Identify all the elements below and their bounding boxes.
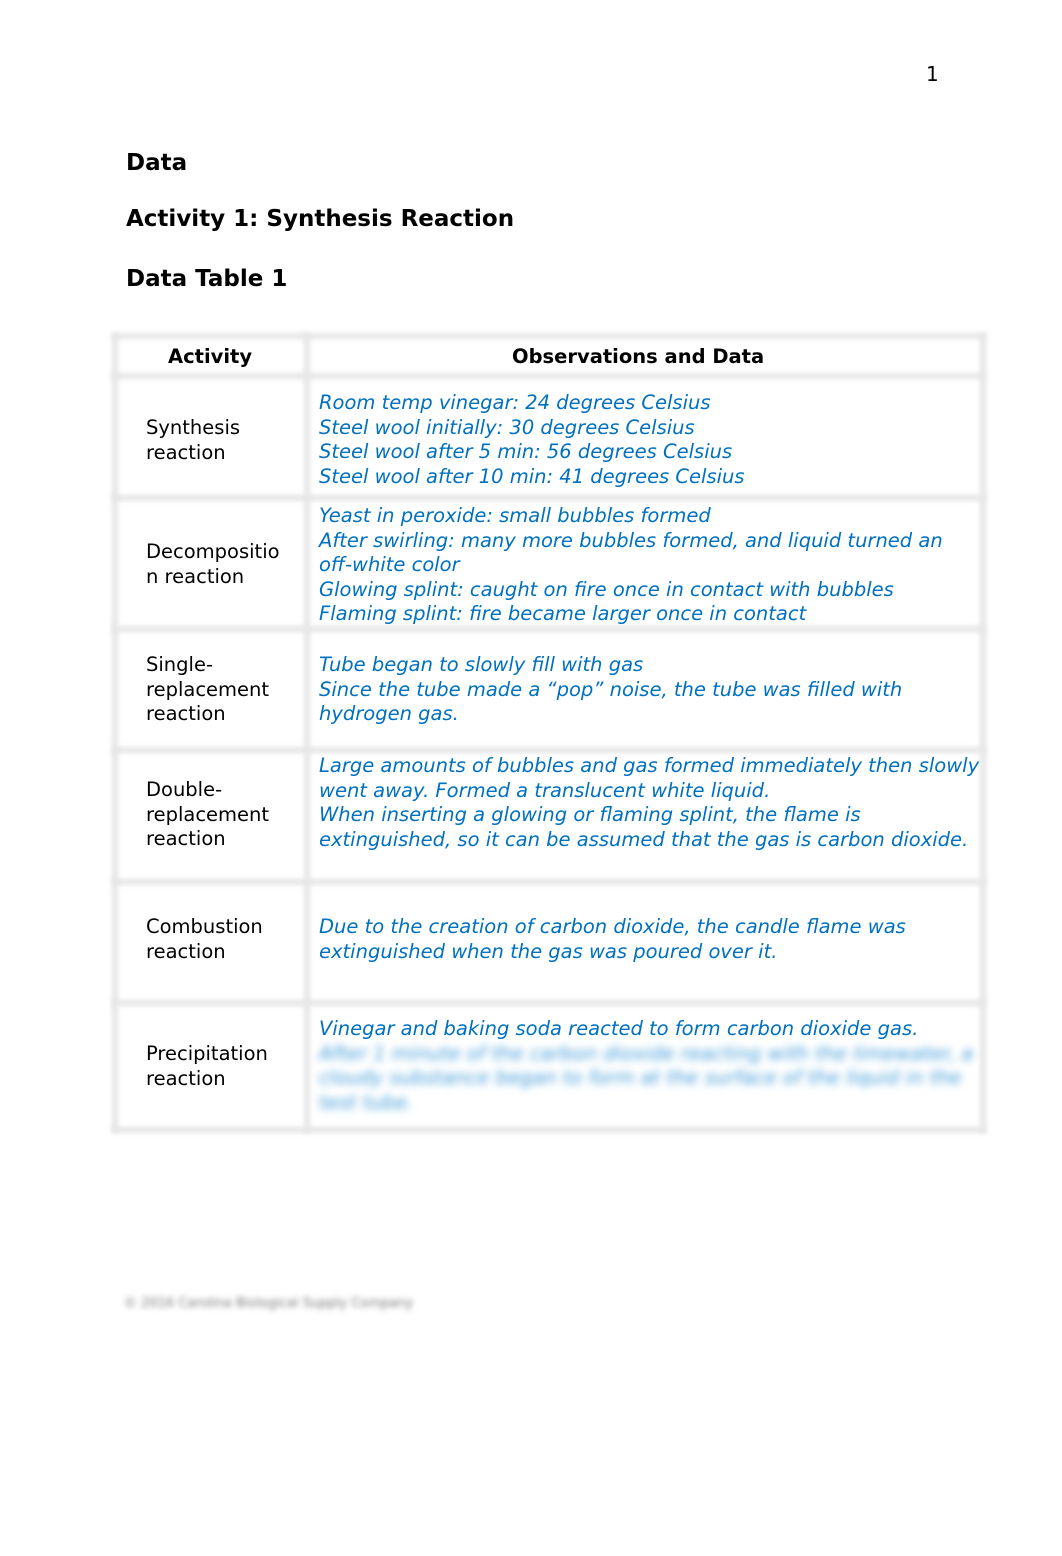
table-row-divider <box>112 747 986 753</box>
activity-heading: Activity 1: Synthesis Reaction <box>126 206 515 232</box>
activity-cell: Precipitation reaction <box>146 1042 306 1091</box>
activity-label: Single-replacement reaction <box>146 653 270 725</box>
table-border-top <box>112 333 986 339</box>
observation-line: Steel wool after 5 min: 56 degrees Celsi… <box>319 440 733 463</box>
table-border-left <box>112 333 118 1133</box>
table-row-divider <box>112 879 986 885</box>
observation-line: Yeast in peroxide: small bubbles formed <box>319 504 711 527</box>
observation-cell: Due to the creation of carbon dioxide, t… <box>319 915 981 964</box>
activity-label: Decompositio n reaction <box>146 540 280 588</box>
observation-line: Vinegar and baking soda reacted to form … <box>319 1017 919 1040</box>
table-title: Data Table 1 <box>126 266 288 292</box>
activity-label: Double-replacement reaction <box>146 778 270 850</box>
activity-label: Synthesis reaction <box>146 416 241 464</box>
copyright-footer: © 2016 Carolina Biological Supply Compan… <box>124 1296 414 1311</box>
column-header-observations: Observations and Data <box>512 345 765 368</box>
column-header-activity: Activity <box>168 345 253 368</box>
table-row-divider <box>112 373 986 379</box>
observation-cell: Vinegar and baking soda reacted to form … <box>319 1017 981 1115</box>
table-row-divider <box>112 495 986 501</box>
observation-cell: Yeast in peroxide: small bubbles formed … <box>319 504 981 627</box>
table-row-divider <box>112 626 986 632</box>
observation-line: Large amounts of bubbles and gas formed … <box>319 754 980 802</box>
table-row-divider <box>112 1000 986 1006</box>
observation-cell: Room temp vinegar: 24 degrees Celsius St… <box>319 391 981 489</box>
observation-line: After swirling: many more bubbles formed… <box>319 528 943 577</box>
observation-line: Due to the creation of carbon dioxide, t… <box>319 915 906 963</box>
observation-line: Steel wool after 10 min: 41 degrees Cels… <box>319 464 745 488</box>
data-table: Activity Observations and Data Synthesis… <box>112 333 986 1133</box>
activity-label: Combustion reaction <box>146 915 263 963</box>
activity-cell: Combustion reaction <box>146 915 306 964</box>
observation-line: Since the tube made a “pop” noise, the t… <box>319 677 903 726</box>
observation-line-blurred: After 1 minute of the carbon dioxide rea… <box>319 1041 974 1114</box>
section-heading: Data <box>126 150 188 176</box>
observation-line: Tube began to slowly fill with gas <box>319 653 644 676</box>
table-border-bottom <box>112 1127 986 1133</box>
activity-label: Precipitation reaction <box>146 1042 268 1090</box>
observation-cell: Large amounts of bubbles and gas formed … <box>319 754 981 852</box>
observation-line: Steel wool initially: 30 degrees Celsius <box>319 415 695 439</box>
observation-cell: Tube began to slowly fill with gas Since… <box>319 653 981 727</box>
activity-cell: Single-replacement reaction <box>146 653 306 727</box>
observation-line: Glowing splint: caught on fire once in c… <box>319 577 894 601</box>
observation-line: When inserting a glowing or flaming spli… <box>319 803 969 851</box>
activity-cell: Synthesis reaction <box>146 416 306 465</box>
activity-cell: Double-replacement reaction <box>146 778 306 852</box>
observation-line: Room temp vinegar: 24 degrees Celsius <box>319 391 711 414</box>
page-number: 1 <box>926 62 939 86</box>
observation-line: Flaming splint: fire became larger once … <box>319 602 807 625</box>
activity-cell: Decompositio n reaction <box>146 540 306 589</box>
